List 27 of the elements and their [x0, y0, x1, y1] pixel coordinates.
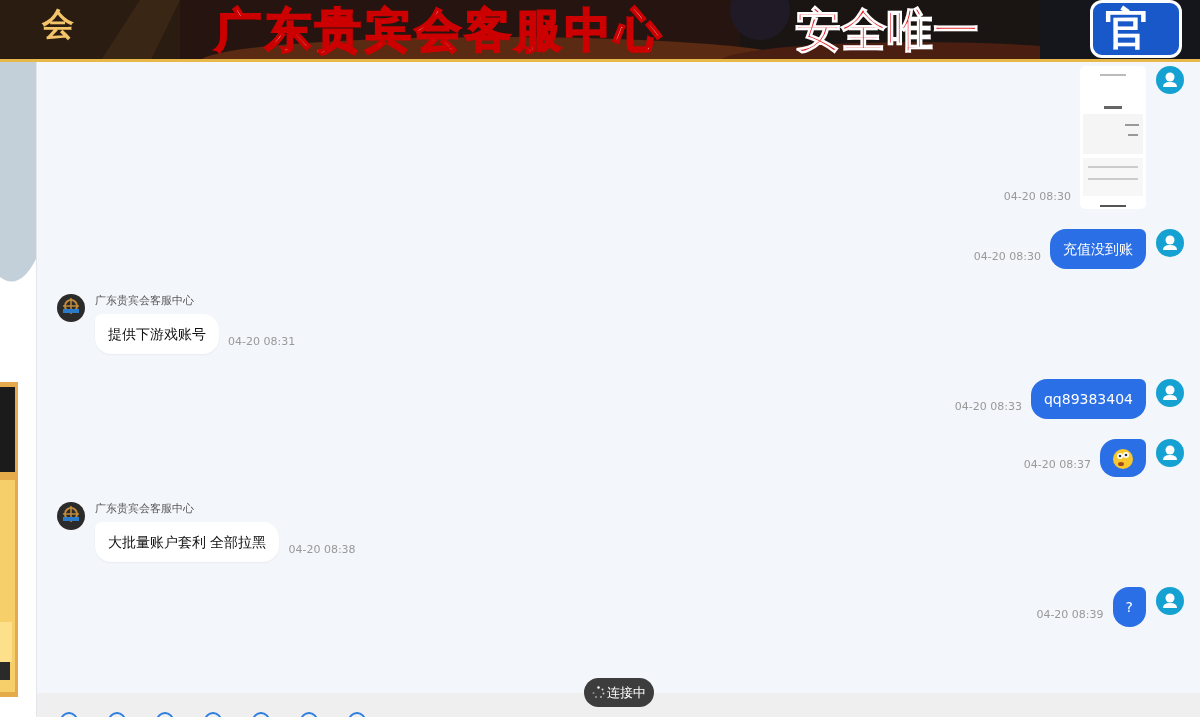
message-time: 04-20 08:38 [288, 541, 356, 558]
connection-status: 连接中 [583, 677, 654, 707]
message-time: 04-20 08:30 [973, 248, 1041, 265]
message-bubble: qq89383404 [1030, 379, 1146, 419]
agent-avatar [57, 294, 85, 322]
message-time: 04-20 08:39 [1036, 606, 1104, 623]
message-time: 04-20 08:30 [1003, 188, 1071, 205]
user-avatar [1156, 66, 1184, 94]
banner-badge: 官 [1090, 0, 1182, 58]
user-avatar [1156, 229, 1184, 257]
message-bubble: ? [1112, 587, 1146, 627]
message-bubble: 大批量账户套利 全部拉黑 [95, 522, 280, 562]
sender-name: 广东贵宾会客服中心 [95, 294, 195, 308]
spinner-icon [591, 685, 605, 699]
sender-name: 广东贵宾会客服中心 [95, 502, 195, 516]
message-time: 04-20 08:37 [1023, 456, 1091, 473]
banner-text: 会 [42, 4, 74, 44]
message-bubble: 提供下游戏账号 [95, 314, 219, 354]
banner-slogan: 安全唯一 [795, 2, 979, 58]
agent-avatar [57, 502, 85, 530]
user-avatar [1156, 379, 1184, 407]
message-time: 04-20 08:31 [228, 333, 296, 350]
banner-title: 广东贵宾会客服中心 [215, 2, 665, 58]
user-avatar [1156, 587, 1184, 615]
user-avatar [1156, 439, 1184, 467]
message-bubble: 充值没到账 [1050, 229, 1146, 269]
message-time: 04-20 08:33 [954, 398, 1022, 415]
